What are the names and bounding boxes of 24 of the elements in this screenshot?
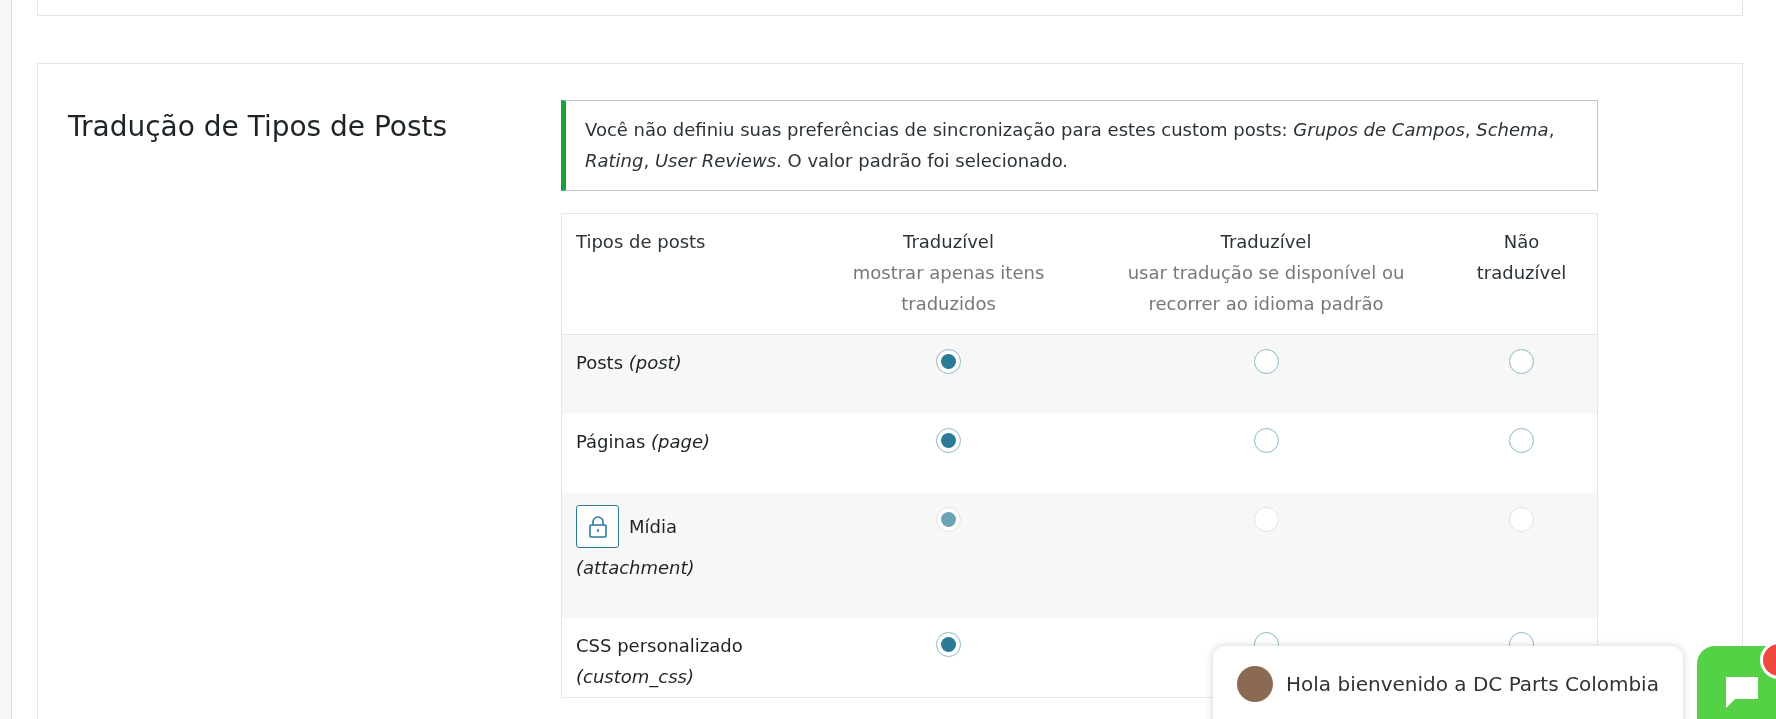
post-type-name: Mídia xyxy=(629,515,677,539)
column-heading: Não traduzível xyxy=(1475,230,1568,285)
column-heading: Tipos de posts xyxy=(576,230,706,254)
radio-button[interactable] xyxy=(1509,349,1534,374)
post-type-label: Páginas (page) xyxy=(576,430,712,454)
chat-message: Hola bienvenido a DC Parts Colombia xyxy=(1286,672,1659,696)
radio-button[interactable] xyxy=(1253,428,1279,453)
section-title: Tradução de Tipos de Posts xyxy=(67,109,449,143)
chat-popup[interactable]: Hola bienvenido a DC Parts Colombia xyxy=(1213,646,1683,719)
column-heading: Traduzível xyxy=(1220,230,1312,254)
post-type-label: Posts (post) xyxy=(576,351,683,375)
post-type-slug: (attachment) xyxy=(576,556,696,580)
radio-button[interactable] xyxy=(936,349,961,374)
notice-text: Você não definiu suas preferências de sincronização para estes custom posts: Grupos de Campos, Schema, Rating, User Reviews. O valor padrão foi selecionado. xyxy=(585,119,1555,171)
column-subheading: usar tradução se disponível ou recorrer ao idioma padrão xyxy=(1126,261,1406,316)
post-type-label: CSS personalizado (custom_css) xyxy=(576,634,744,690)
padlock-icon xyxy=(587,515,608,538)
column-heading: Traduzível xyxy=(903,230,994,254)
radio-button[interactable] xyxy=(936,428,961,453)
column-subheading: mostrar apenas itens traduzidos xyxy=(851,261,1046,316)
radio-button[interactable] xyxy=(1509,428,1534,453)
radio-button[interactable] xyxy=(1253,349,1279,374)
avatar xyxy=(1237,666,1273,702)
radio-button[interactable] xyxy=(936,632,961,657)
